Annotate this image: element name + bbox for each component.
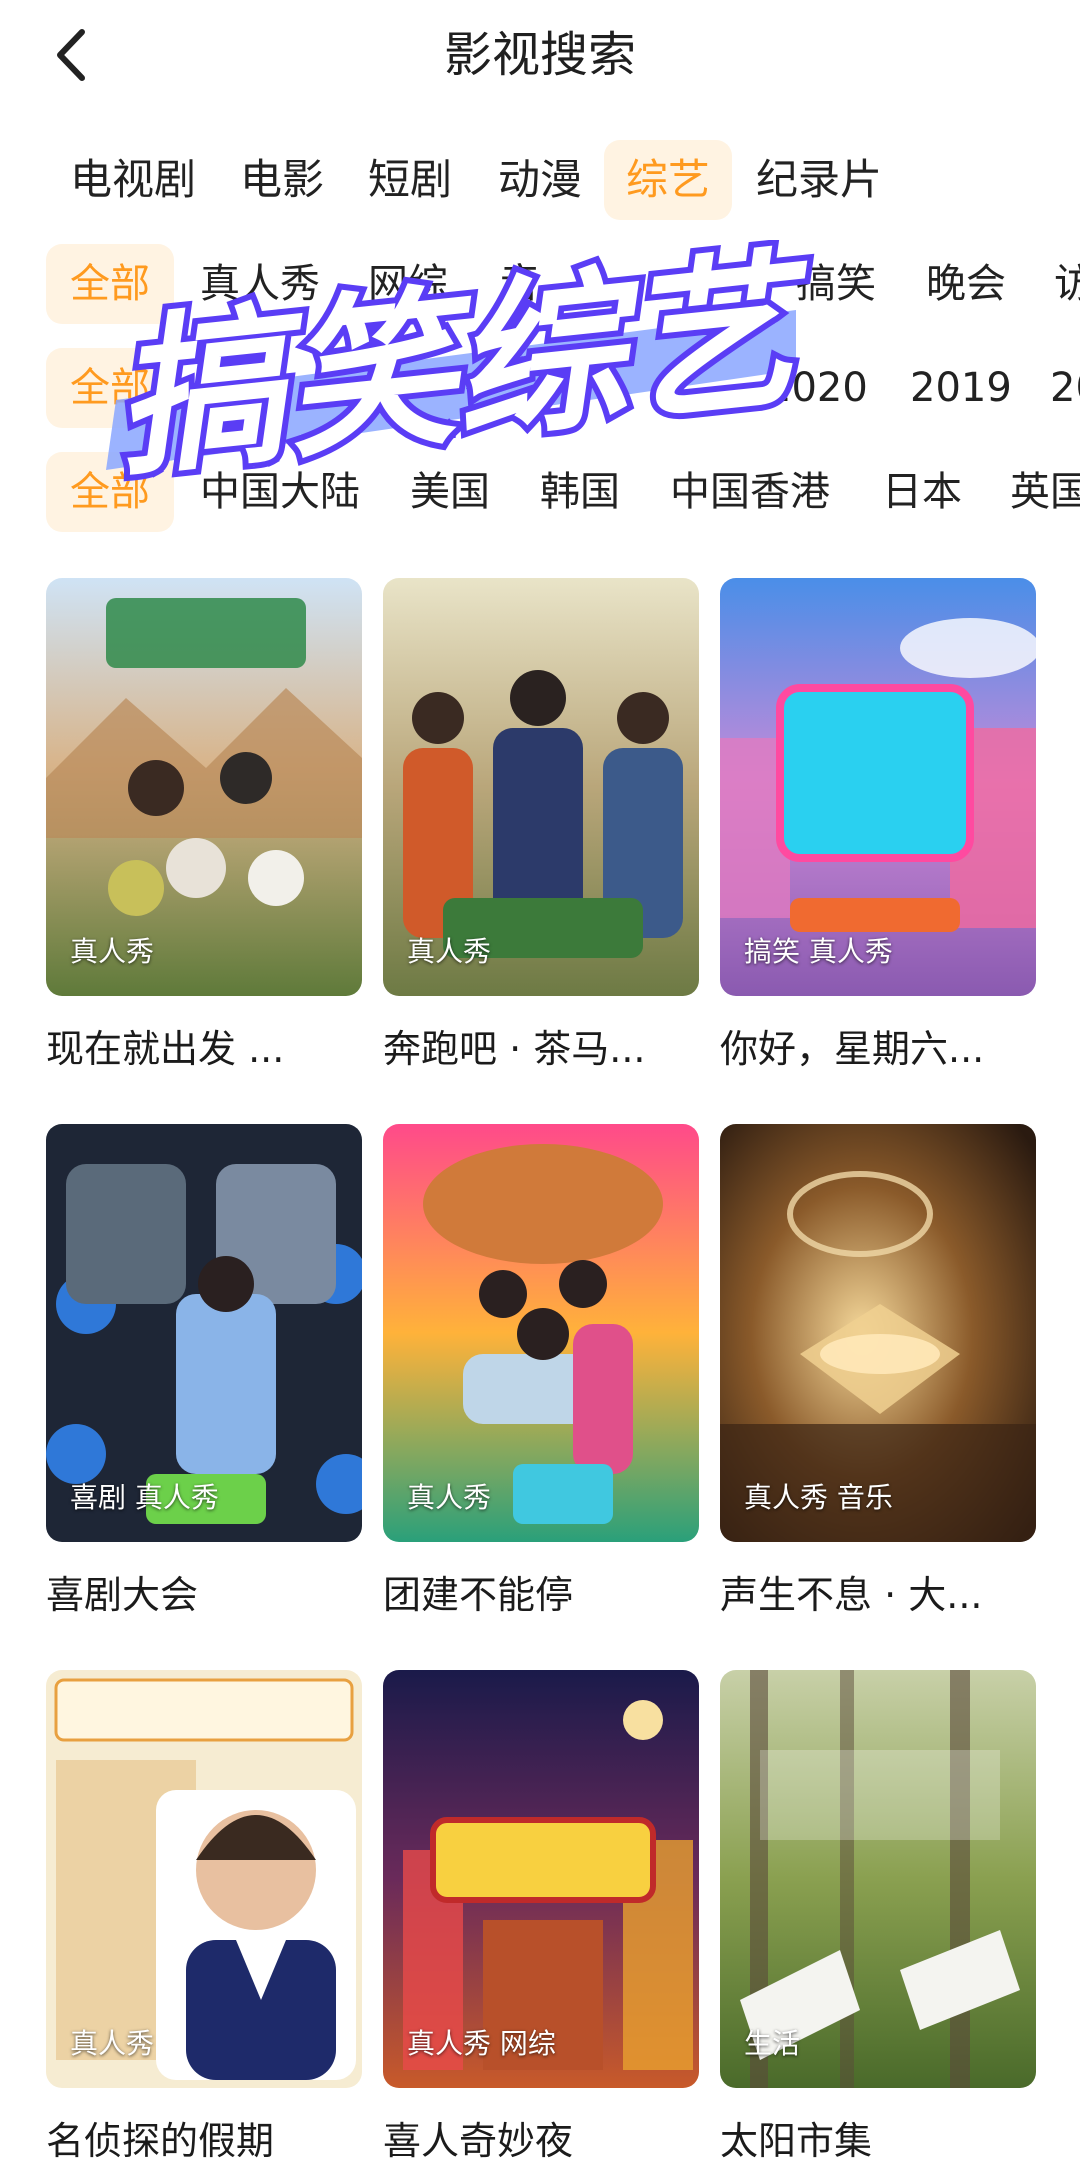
type-tab-bar: 电视剧 电影 短剧 动漫 综艺 纪录片 [0,140,1080,222]
tab-tv[interactable]: 电视剧 [70,140,196,220]
year-2018[interactable]: 20 [1050,348,1080,428]
show-tags: 真人秀 [407,935,492,968]
show-tags: 喜剧 真人秀 [70,1481,219,1514]
year-2019[interactable]: 2019 [910,348,1012,428]
page-title: 影视搜索 [443,27,636,83]
show-tags: 搞笑 真人秀 [744,935,893,968]
show-title[interactable]: 团建不能停 [383,1570,699,1620]
tab-variety[interactable]: 综艺 [604,140,732,220]
show-poster[interactable]: 真人秀 [46,578,362,996]
show-card[interactable]: 喜剧 真人秀 喜剧大会 [46,1124,362,1620]
show-title[interactable]: 你好，星期六... [720,1024,1036,1074]
tab-anime[interactable]: 动漫 [498,140,582,220]
tab-documentary[interactable]: 纪录片 [756,140,882,220]
show-poster[interactable]: 喜剧 真人秀 [46,1124,362,1542]
show-tags: 真人秀 [70,935,155,968]
show-poster[interactable]: 真人秀 音乐 [720,1124,1036,1542]
tab-movie[interactable]: 电影 [240,140,324,220]
region-uk[interactable]: 英国 [1010,452,1080,532]
show-poster[interactable]: 真人秀 网综 [383,1670,699,2088]
show-card[interactable]: 生活 太阳市集 [720,1670,1036,2166]
genre-talk[interactable]: 访 [1054,244,1080,324]
comedy-variety-banner: 搞笑综艺 [99,240,816,490]
show-poster[interactable]: 生活 [720,1670,1036,2088]
region-japan[interactable]: 日本 [882,452,962,532]
show-card[interactable]: 真人秀 奔跑吧 · 茶马... [383,578,699,1074]
show-title[interactable]: 奔跑吧 · 茶马... [383,1024,699,1074]
banner-text: 搞笑综艺 [105,240,816,490]
show-poster[interactable]: 真人秀 [46,1670,362,2088]
show-card[interactable]: 真人秀 现在就出发 ... [46,578,362,1074]
show-card[interactable]: 搞笑 真人秀 你好，星期六... [720,578,1036,1074]
show-card[interactable]: 真人秀 团建不能停 [383,1124,699,1620]
show-tags: 真人秀 [407,1481,492,1514]
top-bar: 影视搜索 [0,0,1080,112]
show-title[interactable]: 喜人奇妙夜 [383,2116,699,2166]
tab-short-drama[interactable]: 短剧 [368,140,452,220]
show-card[interactable]: 真人秀 名侦探的假期 [46,1670,362,2166]
show-card[interactable]: 真人秀 网综 喜人奇妙夜 [383,1670,699,2166]
show-poster[interactable]: 真人秀 [383,578,699,996]
show-tags: 真人秀 音乐 [744,1481,893,1514]
show-poster[interactable]: 真人秀 [383,1124,699,1542]
show-title[interactable]: 声生不息 · 大... [720,1570,1036,1620]
show-title[interactable]: 喜剧大会 [46,1570,362,1620]
show-poster[interactable]: 搞笑 真人秀 [720,578,1036,996]
show-tags: 真人秀 网综 [407,2027,556,2060]
show-title[interactable]: 名侦探的假期 [46,2116,362,2166]
show-title[interactable]: 太阳市集 [720,2116,1036,2166]
show-tags: 生活 [744,2027,801,2060]
show-title[interactable]: 现在就出发 ... [46,1024,362,1074]
show-tags: 真人秀 [70,2027,155,2060]
show-card[interactable]: 真人秀 音乐 声生不息 · 大... [720,1124,1036,1620]
genre-gala[interactable]: 晚会 [926,244,1006,324]
